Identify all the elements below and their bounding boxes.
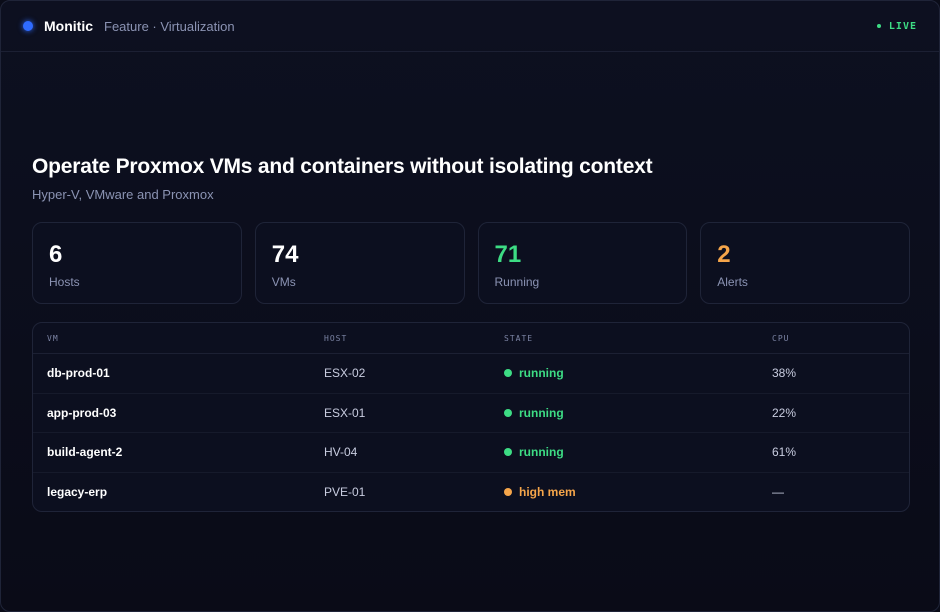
page-title: Operate Proxmox VMs and containers witho…	[32, 155, 653, 178]
stat-value: 71	[494, 241, 522, 268]
vm-host: ESX-02	[324, 366, 366, 381]
vm-name: legacy-erp	[47, 485, 108, 500]
status-dot-icon	[504, 488, 512, 497]
vm-state: high mem	[504, 485, 772, 499]
status-text: running	[519, 366, 564, 381]
status-dot-icon	[504, 369, 512, 378]
live-label: LIVE	[888, 20, 917, 32]
status-text: high mem	[519, 485, 576, 500]
stat-label: VMs	[271, 275, 296, 289]
stat-label: Running	[494, 275, 540, 289]
status-text: running	[519, 405, 564, 420]
vm-cpu: 22%	[772, 405, 797, 420]
stat-card-vms[interactable]: 74 VMs	[254, 222, 465, 304]
column-header-host[interactable]: HOST	[324, 334, 504, 343]
live-dot-icon	[876, 24, 881, 28]
live-indicator: LIVE	[876, 20, 917, 32]
vm-name: app-prod-03	[47, 405, 117, 420]
breadcrumb[interactable]: Feature · Virtualization	[104, 19, 235, 34]
table-row[interactable]: db-prod-01 ESX-02 running 38%	[33, 354, 909, 394]
vm-host: HV-04	[324, 445, 358, 460]
vm-name: build-agent-2	[47, 445, 123, 460]
stat-card-running[interactable]: 71 Running	[477, 222, 688, 304]
brand-logo-icon	[23, 21, 33, 31]
table-row[interactable]: legacy-erp PVE-01 high mem —	[33, 473, 909, 512]
vm-cpu: 38%	[772, 366, 797, 381]
status-text: running	[519, 445, 564, 460]
vm-host: ESX-01	[324, 405, 366, 420]
table-header: VM HOST STATE CPU	[33, 323, 909, 354]
stat-label: Hosts	[49, 275, 80, 289]
vm-state: running	[504, 406, 772, 420]
column-header-vm[interactable]: VM	[33, 334, 324, 343]
stat-card-alerts[interactable]: 2 Alerts	[700, 222, 910, 304]
stat-value: 2	[717, 241, 731, 268]
page-subtitle: Hyper-V, VMware and Proxmox	[32, 187, 214, 202]
status-dot-icon	[504, 448, 512, 457]
top-bar: Monitic Feature · Virtualization LIVE	[1, 1, 939, 52]
stat-card-hosts[interactable]: 6 Hosts	[32, 222, 242, 304]
vm-name: db-prod-01	[47, 366, 110, 381]
brand-name[interactable]: Monitic	[44, 18, 93, 34]
column-header-cpu[interactable]: CPU	[772, 334, 909, 343]
vm-host: PVE-01	[324, 485, 366, 500]
stats-row: 6 Hosts 74 VMs 71 Running 2 Alerts	[32, 222, 910, 304]
vm-table: VM HOST STATE CPU db-prod-01 ESX-02 runn…	[32, 322, 910, 512]
vm-cpu: —	[772, 485, 784, 500]
table-row[interactable]: app-prod-03 ESX-01 running 22%	[33, 394, 909, 433]
stat-value: 6	[49, 241, 63, 268]
table-row[interactable]: build-agent-2 HV-04 running 61%	[33, 433, 909, 473]
column-header-state[interactable]: STATE	[504, 334, 772, 343]
status-dot-icon	[504, 408, 512, 417]
vm-state: running	[504, 445, 772, 459]
app-window: Monitic Feature · Virtualization LIVE Op…	[0, 0, 940, 612]
vm-state: running	[504, 366, 772, 380]
stat-label: Alerts	[717, 275, 748, 289]
vm-cpu: 61%	[772, 445, 797, 460]
stat-value: 74	[271, 241, 299, 268]
